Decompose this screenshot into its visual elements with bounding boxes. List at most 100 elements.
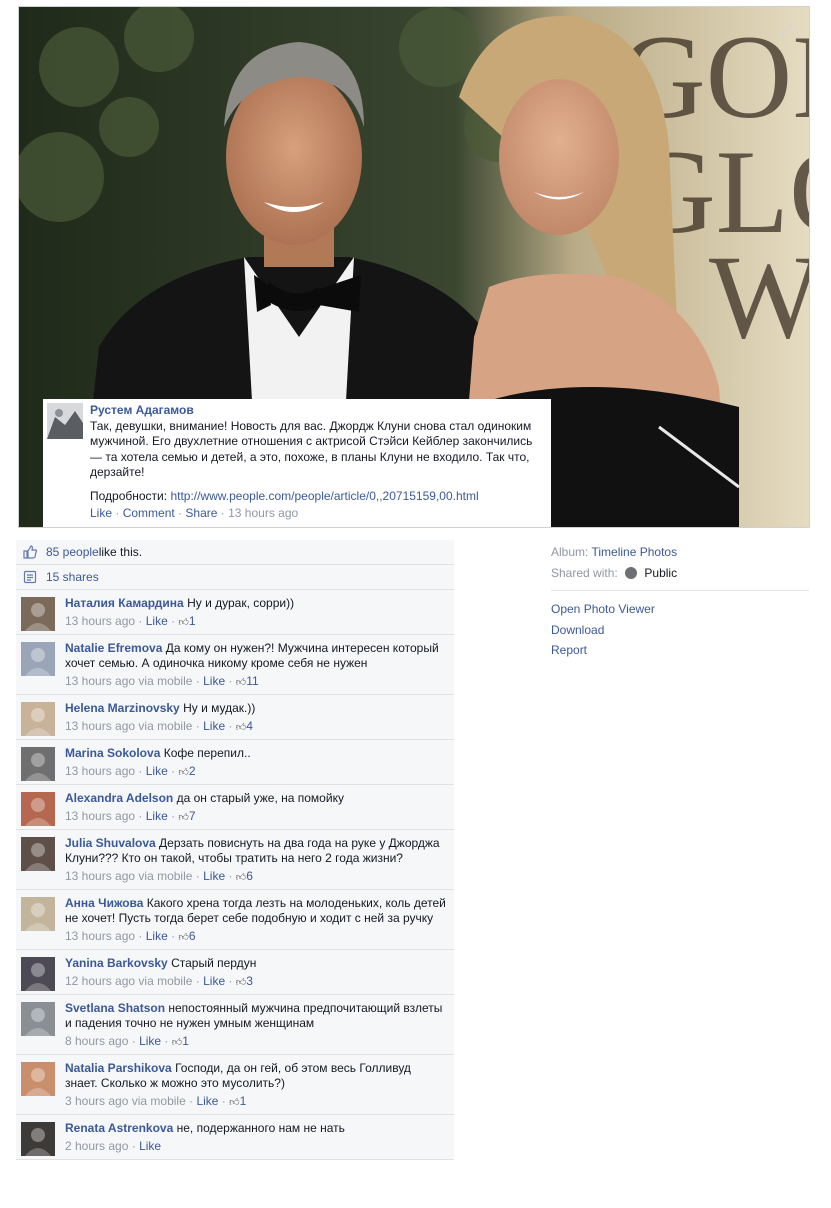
comment-like-count[interactable]: 👍︎4 — [236, 719, 253, 733]
comment-item: Alexandra Adelson да он старый уже, на п… — [16, 785, 454, 830]
comment-like-count[interactable]: 👍︎6 — [178, 929, 195, 943]
post-time[interactable]: 13 hours ago — [228, 506, 298, 520]
comment-author[interactable]: Yanina Barkovsky — [65, 956, 168, 970]
avatar[interactable] — [21, 642, 55, 676]
comment-like-count[interactable]: 👍︎1 — [172, 1034, 189, 1048]
thumbs-up-icon: 👍︎ — [235, 722, 247, 733]
avatar[interactable] — [47, 403, 83, 439]
comment-like-button[interactable]: Like — [203, 719, 225, 733]
avatar[interactable] — [21, 837, 55, 871]
comment-like-button[interactable]: Like — [139, 1139, 161, 1153]
comment-time[interactable]: 13 hours ago — [65, 809, 135, 823]
comment-time[interactable]: 13 hours ago — [65, 869, 135, 883]
comment-like-button[interactable]: Like — [146, 929, 168, 943]
comment-time[interactable]: 13 hours ago — [65, 719, 135, 733]
thumbs-up-icon: 👍︎ — [235, 872, 247, 883]
like-count-value: 6 — [246, 869, 253, 883]
comment-time[interactable]: 13 hours ago — [65, 614, 135, 628]
comment-author[interactable]: Наталия Камардина — [65, 596, 184, 610]
comment-meta: 2 hours ago · Like — [65, 1139, 162, 1153]
comment-time[interactable]: 13 hours ago — [65, 929, 135, 943]
download-link[interactable]: Download — [551, 620, 811, 641]
avatar[interactable] — [21, 1002, 55, 1036]
separator: · — [178, 506, 183, 520]
comment-author[interactable]: Svetlana Shatson — [65, 1001, 165, 1015]
like-button[interactable]: Like — [90, 506, 112, 520]
comment-time[interactable]: 3 hours ago — [65, 1094, 128, 1108]
comment-meta: 13 hours ago via mobile · Like · 👍︎6 — [65, 869, 253, 883]
comment-like-button[interactable]: Like — [146, 764, 168, 778]
open-photo-viewer-link[interactable]: Open Photo Viewer — [551, 599, 811, 620]
like-count-value: 7 — [188, 809, 196, 823]
avatar[interactable] — [21, 597, 55, 631]
comment-author[interactable]: Helena Marzinovsky — [65, 701, 180, 715]
comment-like-count[interactable]: 👍︎11 — [236, 674, 259, 688]
comment-item: Renata Astrenkova не, подержанного нам н… — [16, 1115, 454, 1160]
report-link[interactable]: Report — [551, 640, 811, 661]
avatar[interactable] — [21, 957, 55, 991]
comment-author[interactable]: Julia Shuvalova — [65, 836, 156, 850]
comment-like-count[interactable]: 👍︎2 — [178, 764, 195, 778]
comment-like-button[interactable]: Like — [139, 1034, 161, 1048]
comment-like-count[interactable]: 👍︎7 — [178, 809, 195, 823]
comment-author[interactable]: Natalie Efremova — [65, 641, 162, 655]
comment-body: Helena Marzinovsky Ну и мудак.)) 13 hours… — [65, 701, 446, 735]
globe-icon — [625, 567, 638, 579]
comment-like-count[interactable]: 👍︎3 — [236, 974, 253, 988]
comment-like-button[interactable]: Like — [203, 974, 225, 988]
avatar[interactable] — [21, 747, 55, 781]
post-link[interactable]: http://www.people.com/people/article/0,,… — [170, 489, 478, 503]
comment-via: via mobile — [138, 719, 193, 733]
shares-summary[interactable]: 15 shares — [16, 565, 454, 590]
like-count-value: 1 — [239, 1094, 247, 1108]
thumbs-up-icon: 👍︎ — [178, 812, 189, 823]
comment-time[interactable]: 12 hours ago — [65, 974, 135, 988]
comment-author[interactable]: Анна Чижова — [65, 896, 143, 910]
shared-label: Shared with: — [551, 566, 618, 580]
avatar[interactable] — [21, 1122, 55, 1156]
avatar[interactable] — [21, 897, 55, 931]
comment-like-count[interactable]: 👍︎1 — [229, 1094, 246, 1108]
comment-time[interactable]: 13 hours ago — [65, 674, 135, 688]
comment-time[interactable]: 2 hours ago — [65, 1139, 128, 1153]
comment-like-count[interactable]: 👍︎6 — [236, 869, 253, 883]
thumbs-up-icon: 👍︎ — [229, 1097, 240, 1108]
comment-like-button[interactable]: Like — [203, 869, 225, 883]
comment-item: Natalie Efremova Да кому он нужен?! Мужч… — [16, 635, 454, 695]
privacy-value[interactable]: Public — [644, 566, 677, 580]
comment-like-button[interactable]: Like — [146, 809, 168, 823]
comment-text: Старый пердун — [171, 956, 257, 970]
comment-author[interactable]: Renata Astrenkova — [65, 1121, 173, 1135]
comment-like-button[interactable]: Like — [196, 1094, 218, 1108]
comment-like-count[interactable]: 👍︎1 — [178, 614, 195, 628]
separator: · — [220, 506, 225, 520]
comment-author[interactable]: Marina Sokolova — [65, 746, 160, 760]
comment-body: Анна Чижова Какого хрена тогда лезть на … — [65, 896, 446, 945]
comment-time[interactable]: 8 hours ago — [65, 1034, 128, 1048]
comment-body: Natalia Parshikova Господи, да он гей, о… — [65, 1061, 446, 1110]
like-count-value: 1 — [182, 1034, 189, 1048]
timeline-photo[interactable]: GOL GLO WA ⤢ Рустем Адагамов Так, девушк… — [18, 6, 810, 528]
share-button[interactable]: Share — [185, 506, 217, 520]
comment-body: Alexandra Adelson да он старый уже, на п… — [65, 791, 446, 825]
post-author[interactable]: Рустем Адагамов — [90, 403, 543, 419]
comment-like-button[interactable]: Like — [146, 614, 168, 628]
privacy-info: Shared with: Public — [551, 563, 811, 584]
comment-button[interactable]: Comment — [123, 506, 175, 520]
avatar[interactable] — [21, 702, 55, 736]
thumbs-up-icon: 👍︎ — [178, 617, 189, 628]
comment-like-button[interactable]: Like — [203, 674, 225, 688]
avatar[interactable] — [21, 792, 55, 826]
album-link[interactable]: Timeline Photos — [591, 545, 677, 559]
expand-icon[interactable]: ⤢ — [779, 21, 795, 37]
comment-body: Наталия Камардина Ну и дурак, сорри)) 13 … — [65, 596, 446, 630]
comment-time[interactable]: 13 hours ago — [65, 764, 135, 778]
comment-author[interactable]: Natalia Parshikova — [65, 1061, 172, 1075]
comment-author[interactable]: Alexandra Adelson — [65, 791, 173, 805]
avatar[interactable] — [21, 1062, 55, 1096]
comment-meta: 13 hours ago · Like · 👍︎2 — [65, 764, 196, 778]
likes-count-link[interactable]: 85 people — [46, 545, 99, 559]
comment-via: via mobile — [131, 1094, 186, 1108]
shares-count[interactable]: 15 shares — [46, 570, 99, 584]
comment-body: Renata Astrenkova не, подержанного нам н… — [65, 1121, 446, 1154]
